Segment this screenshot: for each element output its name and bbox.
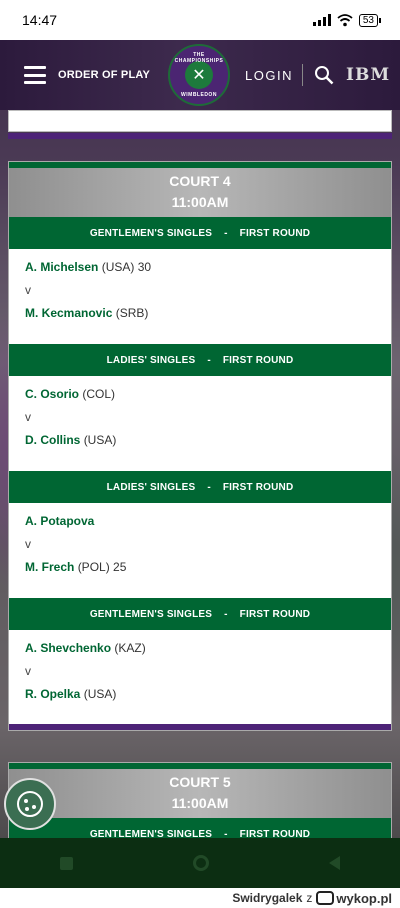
battery-icon: 53 — [358, 13, 382, 27]
player-country: (KAZ) — [114, 641, 146, 655]
menu-icon[interactable] — [24, 66, 46, 84]
wimbledon-logo[interactable]: THE CHAMPIONSHIPS ✕ WIMBLEDON — [168, 44, 230, 106]
order-of-play-label[interactable]: ORDER OF PLAY — [58, 69, 150, 81]
watermark-username: Swidrygalek — [232, 891, 303, 905]
wykop-logo: wykop.pl — [316, 891, 392, 906]
versus-label: v — [25, 537, 31, 551]
match-header: LADIES' SINGLES - FIRST ROUND — [9, 344, 391, 376]
signal-icon — [312, 14, 331, 26]
screen: 14:47 53 ORDER OF PLAY THE CHAMPIONSHIPS… — [0, 0, 400, 908]
court-name: COURT 4 — [169, 173, 231, 189]
logo-bottom-text: WIMBLEDON — [181, 92, 217, 98]
status-icons: 53 — [312, 13, 382, 27]
purple-divider — [9, 724, 391, 730]
event-name: GENTLEMEN'S SINGLES — [89, 227, 213, 239]
player-name-link[interactable]: D. Collins — [25, 433, 80, 447]
login-link[interactable]: LOGIN — [245, 68, 293, 83]
player-country: (POL) 25 — [77, 560, 127, 574]
court-header: COURT 4 11:00AM — [9, 168, 391, 217]
player-row: A. Michelsen (USA) 30 — [25, 256, 375, 279]
player-row: D. Collins (USA) — [25, 429, 375, 452]
round-name: FIRST ROUND — [239, 227, 311, 239]
system-navigation-bar — [0, 838, 400, 888]
player-name-link[interactable]: R. Opelka — [25, 687, 80, 701]
home-icon[interactable] — [193, 855, 209, 871]
court-time: 11:00AM — [171, 194, 229, 210]
player-name-link[interactable]: M. Frech — [25, 560, 74, 574]
event-name: LADIES' SINGLES — [106, 354, 196, 366]
watermark-via: z — [306, 891, 313, 905]
match-body: A. Michelsen (USA) 30 v M. Kecmanovic (S… — [9, 249, 391, 333]
previous-court-card — [8, 110, 392, 132]
status-time: 14:47 — [22, 12, 58, 28]
player-row: M. Kecmanovic (SRB) — [25, 302, 375, 325]
match-header: GENTLEMEN'S SINGLES - FIRST ROUND — [9, 217, 391, 249]
separator: - — [224, 608, 228, 620]
versus-label: v — [25, 664, 31, 678]
logo-top-text: THE CHAMPIONSHIPS — [174, 52, 224, 64]
back-icon[interactable] — [329, 856, 340, 870]
player-country: (COL) — [82, 387, 116, 401]
cookie-settings-button[interactable] — [4, 778, 56, 830]
match-body: A. Potapova v M. Frech (POL) 25 — [9, 503, 391, 587]
match-body: A. Shevchenko (KAZ) v R. Opelka (USA) — [9, 630, 391, 724]
player-country: (SRB) — [115, 306, 149, 320]
player-country: (USA) 30 — [101, 260, 152, 274]
court-card: COURT 4 11:00AM GENTLEMEN'S SINGLES - FI… — [8, 161, 392, 731]
versus-label: v — [25, 283, 31, 297]
player-name-link[interactable]: A. Michelsen — [25, 260, 98, 274]
status-bar: 14:47 53 — [0, 0, 400, 40]
player-name-link[interactable]: A. Shevchenko — [25, 641, 111, 655]
ibm-logo[interactable]: IBM — [346, 65, 390, 85]
site-header: ORDER OF PLAY THE CHAMPIONSHIPS ✕ WIMBLE… — [0, 40, 400, 110]
player-row: C. Osorio (COL) — [25, 383, 375, 406]
crossed-rackets-icon: ✕ — [185, 61, 213, 89]
player-country: (USA) — [83, 433, 117, 447]
wifi-icon — [337, 13, 353, 26]
player-name-link[interactable]: A. Potapova — [25, 514, 94, 528]
court-name: COURT 5 — [169, 774, 231, 790]
separator: - — [207, 481, 211, 493]
court-header: COURT 5 11:00AM — [9, 769, 391, 818]
round-name: FIRST ROUND — [222, 354, 294, 366]
header-divider — [302, 64, 303, 86]
match-header: LADIES' SINGLES - FIRST ROUND — [9, 471, 391, 503]
player-row: A. Potapova — [25, 510, 375, 533]
player-country: (USA) — [83, 687, 117, 701]
event-name: LADIES' SINGLES — [106, 481, 196, 493]
player-row: R. Opelka (USA) — [25, 683, 375, 706]
court-time: 11:00AM — [171, 795, 229, 811]
watermark-site: wykop.pl — [336, 890, 392, 906]
player-name-link[interactable]: C. Osorio — [25, 387, 79, 401]
separator: - — [224, 227, 228, 239]
player-row: M. Frech (POL) 25 — [25, 556, 375, 579]
separator: - — [207, 354, 211, 366]
versus-label: v — [25, 410, 31, 424]
watermark-footer: Swidrygalek z wykop.pl — [0, 888, 400, 908]
match-header: GENTLEMEN'S SINGLES - FIRST ROUND — [9, 598, 391, 630]
round-name: FIRST ROUND — [239, 608, 311, 620]
cookie-icon — [17, 791, 43, 817]
court-card: COURT 5 11:00AM GENTLEMEN'S SINGLES - FI… — [8, 762, 392, 850]
player-name-link[interactable]: M. Kecmanovic — [25, 306, 112, 320]
wykop-mark-icon — [316, 891, 335, 905]
search-icon[interactable] — [314, 65, 334, 85]
round-name: FIRST ROUND — [222, 481, 294, 493]
event-name: GENTLEMEN'S SINGLES — [89, 608, 213, 620]
purple-divider — [8, 133, 392, 139]
player-row: A. Shevchenko (KAZ) — [25, 637, 375, 660]
match-body: C. Osorio (COL) v D. Collins (USA) — [9, 376, 391, 460]
recent-apps-icon[interactable] — [60, 856, 73, 870]
